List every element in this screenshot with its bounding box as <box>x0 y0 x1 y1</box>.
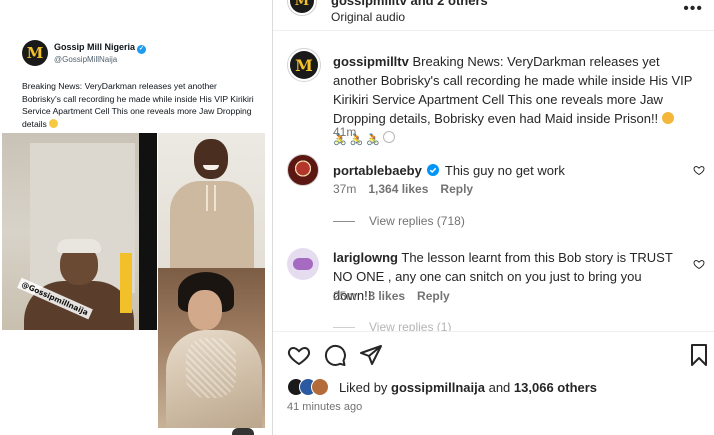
comment-likes[interactable]: 1,364 likes <box>368 182 428 196</box>
share-icon[interactable] <box>359 343 383 367</box>
comment-likes[interactable]: 8 likes <box>368 289 405 303</box>
photo-woman-gown <box>158 268 265 428</box>
commenter-avatar[interactable] <box>287 248 319 280</box>
reply-button[interactable]: Reply <box>440 182 473 196</box>
tweet-handle: @GossipMillNaija <box>54 55 118 64</box>
view-replies-button[interactable]: View replies (718) <box>333 214 465 228</box>
comment-meta: 25m 8 likes Reply <box>333 289 450 303</box>
liker-avatars[interactable] <box>287 378 337 398</box>
photo-man-hoodie <box>158 133 265 273</box>
comment-icon[interactable] <box>323 343 347 367</box>
tweet-text: Breaking News: VeryDarkman releases yet … <box>22 81 254 129</box>
bookmark-icon[interactable] <box>687 343 711 367</box>
tweet-avatar: M <box>22 40 48 66</box>
commenter-username[interactable]: lariglowng <box>333 250 398 265</box>
author-username[interactable]: gossipmilltv and 2 others <box>331 0 488 8</box>
commenter-username[interactable]: portablebaeby <box>333 163 422 178</box>
video-still-room: @Gossipmillnaija <box>2 133 157 330</box>
comment-text: portablebaeby This guy no get work <box>333 163 565 178</box>
grimace-emoji-icon <box>661 112 674 124</box>
more-options-icon[interactable]: ••• <box>683 0 703 18</box>
caption-username[interactable]: gossipmilltv <box>333 54 409 69</box>
grinning-emoji-icon <box>49 118 59 128</box>
tweet-header: M Gossip Mill Nigeria ✓ @GossipMillNaija <box>22 40 262 70</box>
caption-time: 41m <box>333 125 357 139</box>
comments-panel: M gossipmilltv and 2 others Original aud… <box>272 0 714 435</box>
caption-text: gossipmilltv Breaking News: VeryDarkman … <box>333 54 693 146</box>
verified-icon: ✓ <box>137 45 147 54</box>
author-avatar[interactable]: M <box>287 0 317 16</box>
mute-toggle[interactable] <box>232 428 254 435</box>
header-divider <box>273 30 714 31</box>
audio-link[interactable]: Original audio <box>331 10 405 24</box>
cyclist-emoji-icon: 🚴 <box>366 134 381 146</box>
verified-icon <box>427 164 440 176</box>
loading-ring-icon <box>383 131 396 143</box>
commenter-avatar[interactable] <box>287 154 319 186</box>
post-header: M gossipmilltv and 2 others Original aud… <box>273 0 714 30</box>
post-timestamp: 41 minutes ago <box>287 401 363 413</box>
heart-icon[interactable] <box>287 343 311 367</box>
watermark-strip <box>120 253 132 313</box>
tweet-author-name: Gossip Mill Nigeria ✓ <box>54 42 147 54</box>
likes-text[interactable]: Liked by gossipmillnaija and 13,066 othe… <box>339 380 597 395</box>
tweet-footer <box>22 426 262 435</box>
comment-meta: 37m 1,364 likes Reply <box>333 182 474 196</box>
caption-avatar[interactable]: M <box>287 48 321 82</box>
reply-button[interactable]: Reply <box>417 289 450 303</box>
heart-icon[interactable] <box>693 258 705 270</box>
post-media[interactable]: M Gossip Mill Nigeria ✓ @GossipMillNaija … <box>0 0 272 435</box>
likes-summary: Liked by gossipmillnaija and 13,066 othe… <box>287 377 707 399</box>
action-bar: Liked by gossipmillnaija and 13,066 othe… <box>273 331 714 435</box>
heart-icon[interactable] <box>693 164 705 176</box>
